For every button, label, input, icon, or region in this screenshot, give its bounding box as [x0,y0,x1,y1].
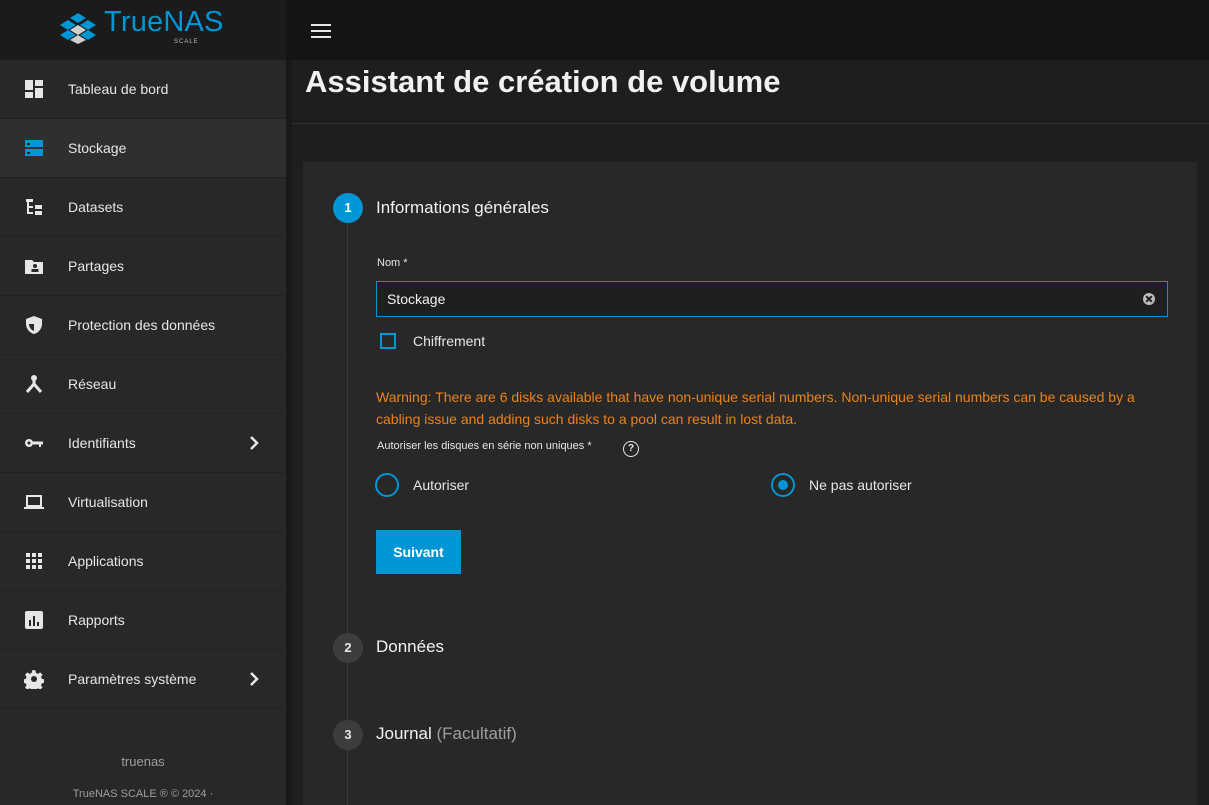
sidebar-divider [286,60,292,805]
sidebar-item-data-protection[interactable]: Protection des données [0,296,286,355]
step-1-number[interactable]: 1 [333,193,363,223]
page-title: Assistant de création de volume [305,64,781,99]
serial-warning: Warning: There are 6 disks available tha… [376,389,1135,427]
step-3-title-text: Journal [376,724,432,743]
logo-text: TrueNAS [104,6,224,38]
chevron-right-icon [250,436,259,450]
truenas-logo-icon [60,13,96,44]
logo[interactable]: TrueNAS SCALE [0,0,286,60]
name-input[interactable] [387,290,1127,308]
sidebar-item-label: Paramètres système [68,671,197,687]
key-icon [25,439,43,447]
sidebar-item-label: Rapports [68,612,125,628]
radio-allow[interactable] [375,473,399,497]
network-icon [25,375,43,393]
sidebar-item-system-settings[interactable]: Paramètres système [0,650,286,709]
sidebar-item-shares[interactable]: Partages [0,237,286,296]
sidebar-item-credentials[interactable]: Identifiants [0,414,286,473]
sidebar-item-datasets[interactable]: Datasets [0,178,286,237]
shield-icon [26,316,42,334]
apps-grid-icon [26,553,42,569]
datasets-icon [26,199,42,215]
radio-allow-label[interactable]: Autoriser [413,477,469,493]
gear-icon [24,670,44,689]
copyright[interactable]: TrueNAS SCALE ® © 2024 · [0,788,286,800]
sidebar-item-label: Virtualisation [68,494,148,510]
stepper-line [347,225,348,805]
sidebar-item-label: Protection des données [68,317,216,333]
help-icon[interactable]: ? [623,441,639,457]
sidebar-item-virtualization[interactable]: Virtualisation [0,473,286,532]
sidebar-item-label: Réseau [68,376,117,392]
sidebar-item-label: Tableau de bord [68,81,169,97]
laptop-icon [24,495,44,509]
sidebar-item-applications[interactable]: Applications [0,532,286,591]
name-field[interactable] [376,281,1168,317]
next-button[interactable]: Suivant [376,530,461,574]
step-3-optional: (Facultatif) [436,724,517,743]
step-1-title[interactable]: Informations générales [376,198,549,218]
sidebar-item-label: Stockage [68,140,127,156]
sidebar-item-storage[interactable]: Stockage [0,119,286,178]
logo-subtitle: SCALE [174,39,199,45]
menu-toggle-icon[interactable] [311,24,331,40]
serial-label: Autoriser les disques en série non uniqu… [377,440,592,452]
sidebar-item-network[interactable]: Réseau [0,355,286,414]
sidebar-item-label: Applications [68,553,144,569]
sidebar-item-label: Partages [68,258,125,274]
step-3-number[interactable]: 3 [333,720,363,750]
sidebar-item-label: Identifiants [68,435,136,451]
clear-icon[interactable] [1143,293,1155,305]
dashboard-icon [25,80,43,98]
reports-icon [25,611,43,629]
encryption-checkbox[interactable] [380,333,396,349]
storage-icon [25,140,43,156]
chevron-right-icon [250,672,259,686]
sidebar-item-label: Datasets [68,199,124,215]
encryption-label[interactable]: Chiffrement [413,333,485,349]
shares-icon [25,260,43,274]
sidebar-item-reports[interactable]: Rapports [0,591,286,650]
step-3-title[interactable]: Journal (Facultatif) [376,724,517,744]
sidebar-item-dashboard[interactable]: Tableau de bord [0,60,286,119]
top-bar: TrueNAS SCALE [0,0,1209,60]
title-divider [292,123,1209,124]
step-2-number[interactable]: 2 [333,633,363,663]
hostname: truenas [121,754,165,769]
step-2-title[interactable]: Données [376,637,444,657]
radio-deny-label[interactable]: Ne pas autoriser [809,477,912,493]
name-label: Nom * [377,257,408,269]
radio-deny[interactable] [771,473,795,497]
sidebar: Tableau de bord Stockage Datasets Partag… [0,60,286,805]
